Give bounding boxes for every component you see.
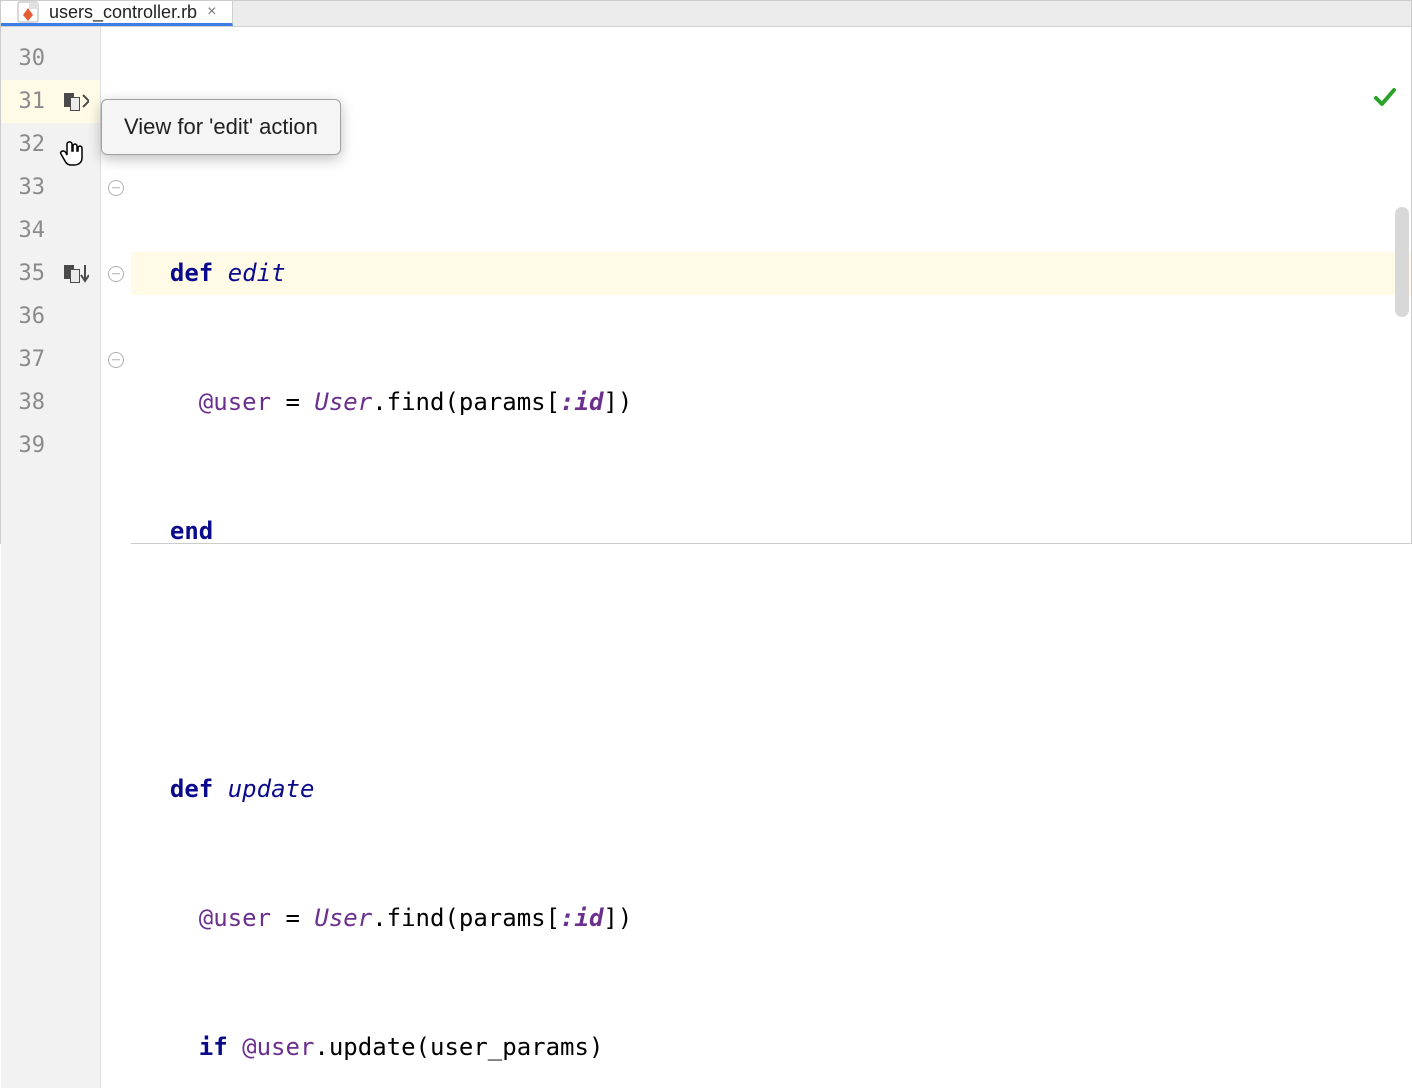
line-number: 31 <box>11 89 45 114</box>
code-area[interactable]: def edit @user = User.find(params[:id]) … <box>131 27 1411 1088</box>
code-line[interactable]: def edit <box>131 252 1411 295</box>
override-down-icon[interactable] <box>49 263 89 285</box>
line-number: 32 <box>11 132 45 157</box>
inspection-ok-icon[interactable] <box>1257 37 1397 166</box>
editor-tab[interactable]: users_controller.rb × <box>1 1 233 26</box>
code-line[interactable]: end <box>131 510 1411 553</box>
tab-filename: users_controller.rb <box>49 2 197 23</box>
code-line[interactable]: if @user.update(user_params) <box>131 1026 1411 1069</box>
line-number: 30 <box>11 46 45 71</box>
fold-handle-icon[interactable] <box>108 180 124 196</box>
code-line[interactable] <box>131 639 1411 682</box>
editor: 30 31 32 33 34 35 <box>1 27 1411 1088</box>
line-number: 33 <box>11 175 45 200</box>
scrollbar-thumb[interactable] <box>1395 207 1409 317</box>
tooltip-text: View for 'edit' action <box>124 114 318 139</box>
tab-close-icon[interactable]: × <box>207 3 216 21</box>
ruby-file-icon <box>17 1 39 23</box>
code-line[interactable]: @user = User.find(params[:id]) <box>131 381 1411 424</box>
gutter-tooltip: View for 'edit' action <box>101 99 341 155</box>
line-number: 34 <box>11 218 45 243</box>
line-number: 36 <box>11 304 45 329</box>
line-number: 39 <box>11 433 45 458</box>
code-line[interactable]: def update <box>131 768 1411 811</box>
line-number: 38 <box>11 390 45 415</box>
code-line[interactable]: @user = User.find(params[:id]) <box>131 897 1411 940</box>
line-number: 37 <box>11 347 45 372</box>
gutter: 30 31 32 33 34 35 <box>1 27 101 1088</box>
fold-column <box>101 27 131 1088</box>
fold-handle-icon[interactable] <box>108 266 124 282</box>
view-action-icon[interactable] <box>49 91 89 113</box>
tab-bar: users_controller.rb × <box>1 1 1411 27</box>
line-number: 35 <box>11 261 45 286</box>
fold-handle-icon[interactable] <box>108 352 124 368</box>
